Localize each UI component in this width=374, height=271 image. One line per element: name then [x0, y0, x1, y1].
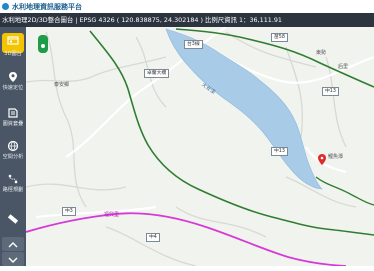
chevron-down-icon: [8, 257, 18, 263]
map-road-label: 卓蘭大橋: [144, 69, 170, 78]
sidebar-item-label: 路徑規劃: [2, 187, 24, 193]
map-place-label: 東勢: [316, 50, 327, 56]
layers-icon: [8, 108, 18, 118]
sidebar-item-route-planning[interactable]: 路徑規劃: [0, 173, 26, 193]
sidebar-item-quick-locate[interactable]: 快速定位: [0, 71, 26, 91]
ruler-icon: [7, 214, 19, 224]
sidebar: 3D圖台 快速定位 圖資套疊 空間分析 路徑規劃: [0, 27, 26, 266]
map-place-label: 泰安鄉: [54, 82, 70, 88]
sidebar-item-label: 圖資套疊: [2, 121, 24, 127]
chevron-up-icon: [8, 242, 18, 248]
calendar-icon: [7, 36, 19, 45]
map-road-label: 苗58: [271, 33, 288, 42]
sidebar-item-spatial-analysis[interactable]: 空間分析: [0, 140, 26, 160]
map-base: [26, 27, 374, 266]
map-place-label: 鯉魚潭: [328, 154, 344, 160]
map-road-label: 中4: [146, 233, 160, 242]
sidebar-item-label: 快速定位: [2, 85, 24, 91]
app-header: 水利地理資訊服務平台: [0, 0, 374, 13]
map-road-label: 中13: [271, 147, 288, 156]
route-icon: [8, 174, 18, 184]
globe-icon: [7, 140, 19, 152]
sidebar-item-tools[interactable]: [0, 213, 26, 225]
map-road-label: 中13: [322, 87, 339, 96]
scroll-down-button[interactable]: [2, 252, 24, 266]
sidebar-item-label: 3D圖台: [4, 51, 22, 57]
app-title: 水利地理資訊服務平台: [12, 2, 82, 11]
map-road-label: 台3線: [184, 40, 203, 49]
map-road-label: 中3: [62, 207, 76, 216]
layer-toggle-button[interactable]: [38, 35, 48, 53]
sidebar-item-label: 空間分析: [2, 154, 24, 160]
location-pin-icon: [9, 72, 17, 82]
app-logo-icon: [2, 3, 9, 10]
toggle-dot-icon: [41, 44, 45, 48]
sidebar-item-layer-overlay[interactable]: 圖資套疊: [0, 107, 26, 127]
status-bar: 水利地理2D/3D整合圖台 | EPSG 4326 ( 120.838875, …: [0, 13, 374, 27]
map-canvas[interactable]: 卓蘭大橋 台3線 苗58 中13 中3 中4 中13 泰安鄉 東勢 后里 福興里…: [26, 27, 374, 266]
sidebar-item-3d-map[interactable]: 3D圖台: [0, 35, 26, 57]
map-place-label: 后里: [338, 64, 349, 70]
scroll-up-button[interactable]: [2, 237, 24, 251]
map-road-name: 福興里: [104, 212, 120, 218]
